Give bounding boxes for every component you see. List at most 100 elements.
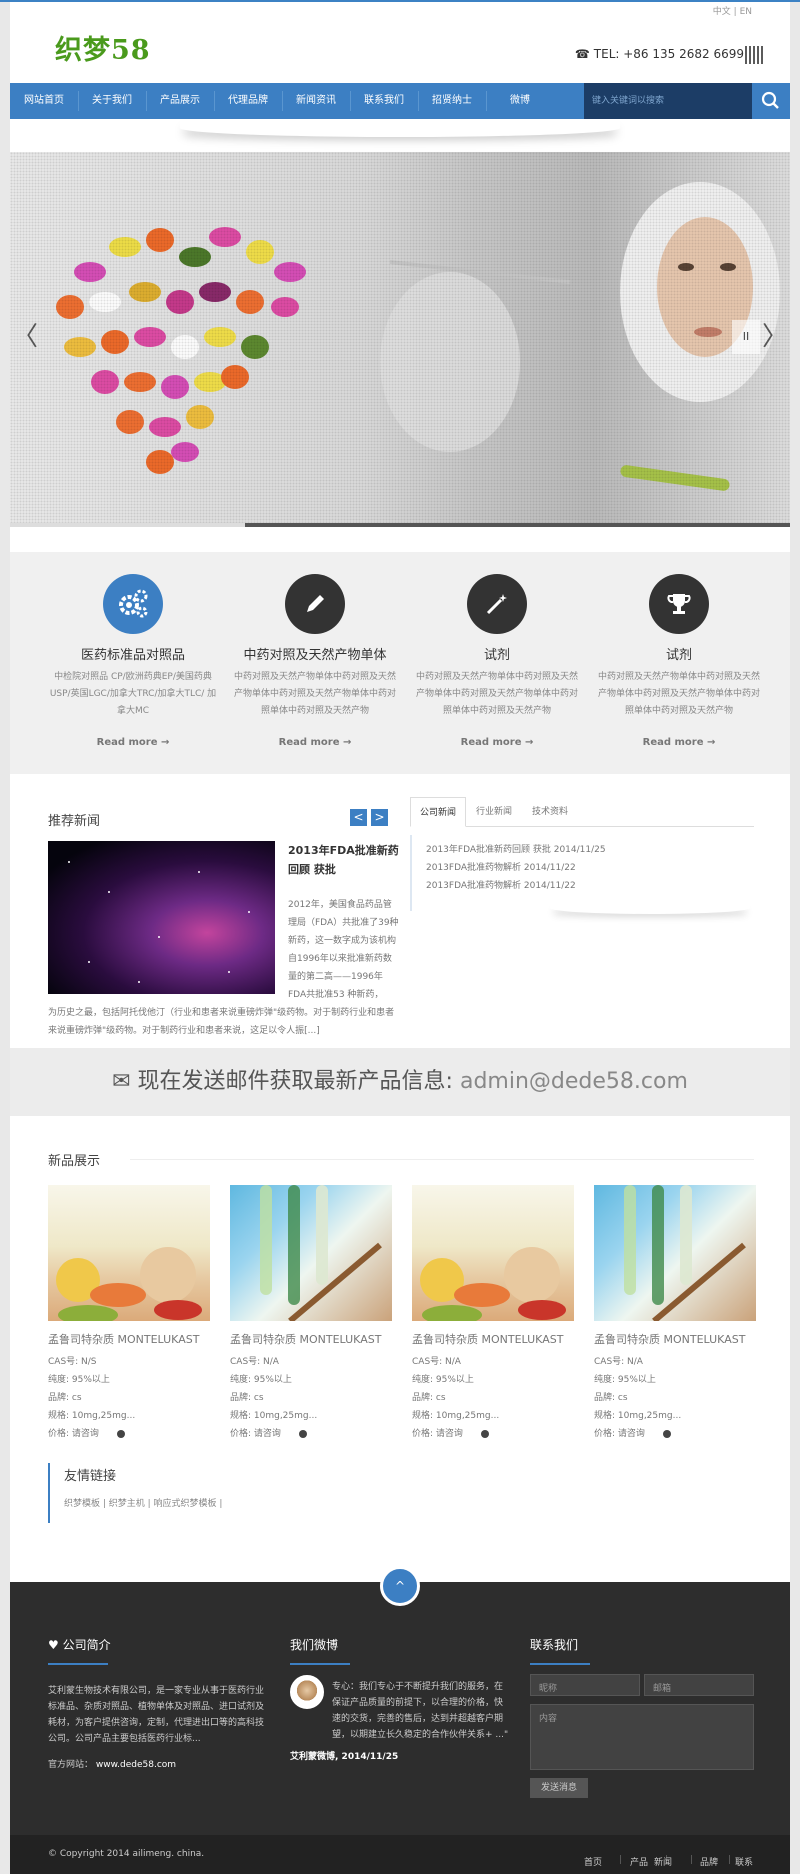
product-brand: 品牌: cs [594,1393,628,1403]
nav-item-home[interactable]: 网站首页 [10,83,78,119]
nav-item-weibo[interactable]: 微博 [486,83,554,119]
product-image[interactable] [594,1185,756,1321]
nav-item-about[interactable]: 关于我们 [78,83,146,119]
product-name[interactable]: 孟鲁司特杂质 MONTELUKAST [230,1331,392,1347]
footer-site-link[interactable]: www.dede58.com [96,1760,176,1770]
product-name[interactable]: 孟鲁司特杂质 MONTELUKAST [48,1331,210,1347]
news-headline[interactable]: 2013年FDA批准新药回顾 获批 [288,841,400,879]
product-purity: 纯度: 95%以上 [48,1375,110,1385]
magic-wand-icon [467,574,527,634]
footer-about-text: 艾利蒙生物技术有限公司，是一家专业从事于医药行业标准品、杂质对照品、植物单体及对… [48,1686,265,1744]
back-to-top-button[interactable]: ^ [380,1566,420,1606]
email-field[interactable]: 邮箱 [644,1674,754,1696]
read-more-link[interactable]: Read more → [412,737,582,748]
product-image[interactable] [230,1185,392,1321]
nav-item-contact[interactable]: 联系我们 [350,83,418,119]
tab-industry-news[interactable]: 行业新闻 [466,797,522,827]
product-card[interactable]: 孟鲁司特杂质 MONTELUKAST CAS号: N/A 纯度: 95%以上 品… [594,1185,756,1443]
list-item[interactable]: 2013FDA批准药物解析 2014/11/22 [426,859,754,877]
search-button[interactable] [752,83,790,119]
feature-text: 中检院对照品 CP/欧洲药典EP/美国药典USP/英国LGC/加拿大TRC/加拿… [49,672,217,716]
news-image[interactable] [48,841,275,994]
arrow-circle-icon[interactable] [116,1429,125,1438]
nav-item-jobs[interactable]: 招贤纳士 [418,83,486,119]
bottom-link-news[interactable]: 新闻 [654,1855,672,1868]
lang-zh-link[interactable]: 中文 [713,7,731,17]
list-item[interactable]: 2013FDA批准药物解析 2014/11/22 [426,877,754,895]
read-more-link[interactable]: Read more → [230,737,400,748]
arrow-circle-icon[interactable] [298,1429,307,1438]
features-section: 医药标准品对照品 中检院对照品 CP/欧洲药典EP/美国药典USP/英国LGC/… [10,552,790,774]
arrow-circle-icon[interactable] [662,1429,671,1438]
product-name[interactable]: 孟鲁司特杂质 MONTELUKAST [412,1331,574,1347]
name-field[interactable]: 昵称 [530,1674,640,1696]
logo[interactable]: 织梦58 [55,28,151,67]
friend-links-title: 友情链接 [64,1469,117,1484]
nav-item-news[interactable]: 新闻资讯 [282,83,350,119]
bottom-link-contact[interactable]: 联系 [735,1855,753,1868]
product-card[interactable]: 孟鲁司特杂质 MONTELUKAST CAS号: N/S 纯度: 95%以上 品… [48,1185,210,1443]
product-image[interactable] [412,1185,574,1321]
bottom-link-home[interactable]: 首页 [584,1855,602,1868]
message-field[interactable]: 内容 [530,1704,754,1770]
friend-links-list[interactable]: 织梦模板 | 织梦主机 | 响应式织梦模板 | [64,1496,748,1509]
phone-number: TEL: +86 135 2682 6699 [593,47,744,61]
product-price: 价格: 请咨询 [48,1429,99,1439]
tab-company-news[interactable]: 公司新闻 [410,797,466,827]
footer-weibo: 我们微博 专心：我们专心于不断提升我们的服务，在保证产品质量的前提下，以合理的价… [290,1636,510,1765]
product-cas: CAS号: N/A [594,1357,643,1367]
feature-title: 试剂 [483,648,510,663]
news-section-title: 推荐新闻 [48,814,101,829]
feature-text: 中药对照及天然产物单体中药对照及天然产物单体中药对照及天然产物单体中药对照单体中… [597,672,760,716]
read-more-link[interactable]: Read more → [48,737,218,748]
feature-card: 医药标准品对照品 中检院对照品 CP/欧洲药典EP/美国药典USP/英国LGC/… [48,574,218,748]
bottom-link-brands[interactable]: 品牌 [700,1855,718,1868]
list-item[interactable]: 2013年FDA批准新药回顾 获批 2014/11/25 [426,841,754,859]
product-cas: CAS号: N/A [230,1357,279,1367]
product-price: 价格: 请咨询 [412,1429,463,1439]
read-more-link[interactable]: Read more → [594,737,764,748]
slider-prev-button[interactable]: 〈 [12,320,38,356]
search-input[interactable]: 键入关键词以搜索 [584,83,752,119]
footer-weibo-title: 我们微博 [290,1636,350,1665]
friend-links: 友情链接 织梦模板 | 织梦主机 | 响应式织梦模板 | [48,1463,748,1523]
tab-tech-docs[interactable]: 技术资料 [522,797,578,827]
feature-title: 医药标准品对照品 [80,648,185,663]
slider-overlay [10,152,790,527]
nav-item-brands[interactable]: 代理品牌 [214,83,282,119]
product-brand: 品牌: cs [412,1393,446,1403]
lang-en-link[interactable]: EN [740,7,752,17]
news-next-button[interactable]: > [371,809,388,826]
slider-pause-button[interactable]: II [732,320,760,354]
product-card[interactable]: 孟鲁司特杂质 MONTELUKAST CAS号: N/A 纯度: 95%以上 品… [230,1185,392,1443]
copyright: © Copyright 2014 ailimeng. china. [48,1849,205,1859]
slider-progress [10,523,790,527]
product-image[interactable] [48,1185,210,1321]
qr-code-icon[interactable] [745,46,763,64]
email-banner-address[interactable]: admin@dede58.com [460,1069,688,1094]
envelope-icon: ✉ [112,1069,131,1094]
product-card[interactable]: 孟鲁司特杂质 MONTELUKAST CAS号: N/A 纯度: 95%以上 品… [412,1185,574,1443]
nav-item-products[interactable]: 产品展示 [146,83,214,119]
product-purity: 纯度: 95%以上 [412,1375,474,1385]
bottom-link-products[interactable]: 产品 [630,1855,648,1868]
footer: ♥ 公司简介 艾利蒙生物技术有限公司，是一家专业从事于医药行业标准品、杂质对照品… [10,1582,790,1835]
news-prev-button[interactable]: < [350,809,367,826]
weibo-avatar [290,1675,324,1709]
feature-text: 中药对照及天然产物单体中药对照及天然产物单体中药对照及天然产物单体中药对照单体中… [233,672,396,716]
pencil-icon [285,574,345,634]
feature-title: 试剂 [665,648,692,663]
news-tabs: 公司新闻 行业新闻 技术资料 [410,797,754,827]
news-summary-continued: 为历史之最，包括阿托伐他汀（行业和患者来说重磅炸弹"级药物。对于制药行业和患者来… [48,1008,395,1036]
send-message-button[interactable]: 发送消息 [530,1778,588,1798]
arrow-circle-icon[interactable] [480,1429,489,1438]
language-switch: 中文 | EN [712,7,752,17]
product-size: 规格: 10mg,25mg... [48,1411,136,1421]
footer-about-title: 公司简介 [62,1638,111,1652]
product-size: 规格: 10mg,25mg... [412,1411,500,1421]
page: 中文 | EN 织梦58 ☎ TEL: +86 135 2682 6699 网站首… [10,2,790,1874]
product-cas: CAS号: N/S [48,1357,97,1367]
product-name[interactable]: 孟鲁司特杂质 MONTELUKAST [594,1331,756,1347]
slider-next-button[interactable]: 〉 [762,320,788,356]
product-price: 价格: 请咨询 [594,1429,645,1439]
